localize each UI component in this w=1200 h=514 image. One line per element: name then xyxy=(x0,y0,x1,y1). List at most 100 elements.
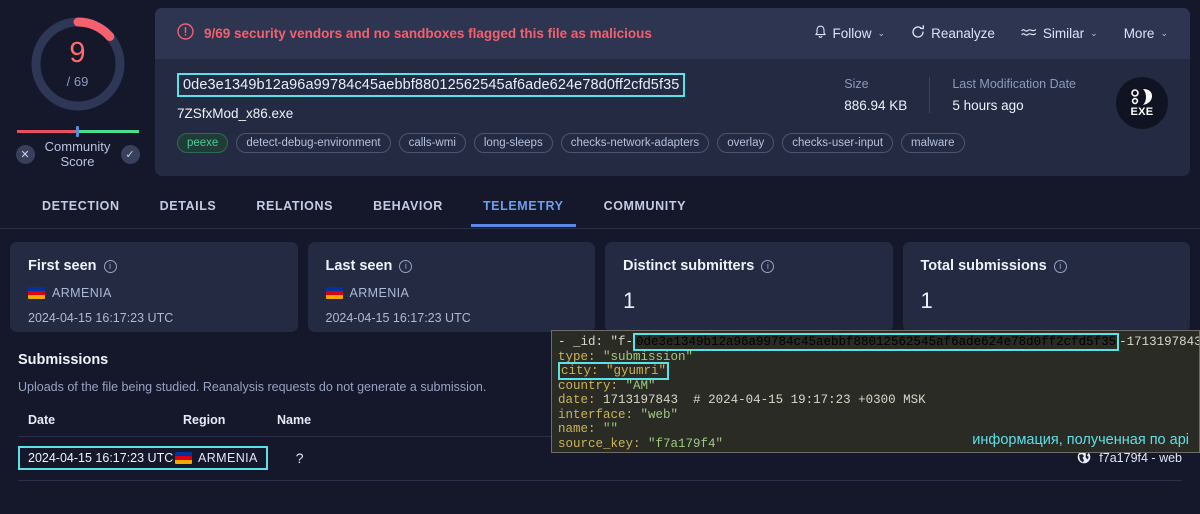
follow-button[interactable]: Follow ⌄ xyxy=(814,25,886,42)
file-size-value: 886.94 KB xyxy=(844,98,908,113)
file-info-card: 9/69 security vendors and no sandboxes f… xyxy=(155,8,1190,176)
bell-icon xyxy=(814,25,827,42)
community-bar-negative xyxy=(16,130,78,133)
card-first-seen-title: First seen i xyxy=(28,258,280,274)
api-annotation-text: информация, полученная по api xyxy=(972,431,1189,448)
community-score-bar xyxy=(16,126,139,137)
tab-community[interactable]: COMMUNITY xyxy=(584,185,706,226)
tag-long-sleeps[interactable]: long-sleeps xyxy=(473,133,553,153)
detection-score-widget: 9 / 69 ✕ Community Score ✓ xyxy=(0,8,155,176)
card-first-seen-label: First seen xyxy=(28,258,97,274)
json-id-suffix: -1713197843" xyxy=(1119,335,1199,349)
community-score-label-line1: Community xyxy=(44,139,111,154)
tab-detection[interactable]: DETECTION xyxy=(22,185,140,226)
x-circle-icon[interactable]: ✕ xyxy=(15,144,35,164)
card-total-submissions-title: Total submissions i xyxy=(921,258,1173,274)
json-country-value: "AM" xyxy=(625,378,656,393)
card-first-seen-region: ARMENIA xyxy=(28,286,280,300)
chevron-down-icon: ⌄ xyxy=(877,28,886,38)
info-icon[interactable]: i xyxy=(399,259,413,273)
malicious-alert-bar: 9/69 security vendors and no sandboxes f… xyxy=(155,8,1190,59)
card-distinct-submitters-label: Distinct submitters xyxy=(623,258,755,274)
file-modified-value: 5 hours ago xyxy=(952,98,1024,113)
file-meta-group: Size 886.94 KB Last Modification Date 5 … xyxy=(822,73,1168,176)
card-total-submissions-label: Total submissions xyxy=(920,258,1047,274)
detection-donut-chart: 9 / 69 xyxy=(26,12,130,116)
tag-detect-debug-environment[interactable]: detect-debug-environment xyxy=(236,133,391,153)
tag-checks-network-adapters[interactable]: checks-network-adapters xyxy=(560,133,710,153)
info-icon[interactable]: i xyxy=(103,259,117,273)
card-last-seen-label: Last seen xyxy=(325,258,393,274)
file-summary-section: 9 / 69 ✕ Community Score ✓ 9/69 security… xyxy=(0,0,1200,176)
more-button[interactable]: More ⌄ xyxy=(1124,26,1168,41)
json-interface-value: "web" xyxy=(640,407,679,422)
submission-row-highlight: 2024-04-15 16:17:23 UTC ARMENIA xyxy=(18,446,268,470)
file-modified-label: Last Modification Date xyxy=(952,77,1076,91)
reanalyze-button[interactable]: Reanalyze xyxy=(911,25,995,42)
chevron-down-icon: ⌄ xyxy=(1160,28,1168,38)
community-score-label: Community Score xyxy=(42,139,114,169)
tag-peexe[interactable]: peexe xyxy=(177,133,229,153)
json-name-value: "" xyxy=(603,422,619,436)
tab-relations[interactable]: RELATIONS xyxy=(236,185,353,226)
file-tags: peexe detect-debug-environment calls-wmi… xyxy=(177,133,965,153)
exe-badge-label: EXE xyxy=(1130,106,1154,118)
json-id-prefix: - _id: "f- xyxy=(558,335,634,349)
exe-file-type-icon: EXE xyxy=(1116,77,1168,129)
exclamation-circle-icon xyxy=(177,22,194,45)
info-icon[interactable]: i xyxy=(761,259,775,273)
community-bar-positive xyxy=(77,130,139,133)
submission-region: ARMENIA xyxy=(175,451,258,465)
json-id-hash-highlight: 0de3e1349b12a96a99784c45aebbf88012562545… xyxy=(633,333,1120,351)
card-distinct-submitters: Distinct submitters i 1 xyxy=(605,242,893,332)
waves-icon xyxy=(1021,26,1037,41)
file-identity-group: 0de3e1349b12a96a99784c45aebbf88012562545… xyxy=(177,73,965,176)
tab-details[interactable]: DETAILS xyxy=(140,185,237,226)
json-date-comment: # 2024-04-15 19:17:23 +0300 MSK xyxy=(693,393,926,407)
card-distinct-submitters-title: Distinct submitters i xyxy=(623,258,875,274)
more-label: More xyxy=(1123,26,1155,41)
armenia-flag-icon xyxy=(175,452,192,464)
json-date-key: date: xyxy=(558,393,596,407)
api-response-overlay: - _id: "f- 0de3e1349b12a96a99784c45aebbf8… xyxy=(551,330,1200,453)
json-source-key-key: source_key: xyxy=(558,436,641,451)
file-size-label: Size xyxy=(844,77,869,91)
community-score-row: ✕ Community Score ✓ xyxy=(15,139,140,169)
file-hash[interactable]: 0de3e1349b12a96a99784c45aebbf88012562545… xyxy=(177,73,686,97)
json-interface-key: interface: xyxy=(558,407,634,422)
card-last-seen-region-label: ARMENIA xyxy=(349,286,410,300)
submission-region-label: ARMENIA xyxy=(198,451,258,465)
json-source-key-value: "f7a179f4" xyxy=(648,436,724,451)
follow-label: Follow xyxy=(832,26,872,41)
armenia-flag-icon xyxy=(28,287,45,299)
submission-name: ? xyxy=(295,450,304,466)
card-last-seen-date: 2024-04-15 16:17:23 UTC xyxy=(325,311,471,325)
submission-date: 2024-04-15 16:17:23 UTC xyxy=(28,451,174,465)
refresh-icon xyxy=(911,25,925,42)
file-size-meta: Size 886.94 KB xyxy=(822,77,929,113)
json-country-key: country: xyxy=(558,378,619,393)
telemetry-cards: First seen i ARMENIA 2024-04-15 16:17:23… xyxy=(0,229,1200,332)
column-header-date: Date xyxy=(28,413,56,427)
card-first-seen: First seen i ARMENIA 2024-04-15 16:17:23… xyxy=(10,242,298,332)
card-first-seen-date: 2024-04-15 16:17:23 UTC xyxy=(28,311,174,325)
armenia-flag-icon xyxy=(325,287,343,299)
similar-button[interactable]: Similar ⌄ xyxy=(1021,26,1098,41)
card-distinct-submitters-value: 1 xyxy=(623,288,636,313)
file-name: 7ZSfxMod_x86.exe xyxy=(177,106,294,121)
analysis-tabs: DETECTION DETAILS RELATIONS BEHAVIOR TEL… xyxy=(0,182,1200,229)
column-header-region: Region xyxy=(183,413,226,427)
file-card-body: 0de3e1349b12a96a99784c45aebbf88012562545… xyxy=(155,59,1190,176)
tab-telemetry[interactable]: TELEMETRY xyxy=(463,185,584,227)
reanalyze-label: Reanalyze xyxy=(931,26,995,41)
tab-behavior[interactable]: BEHAVIOR xyxy=(353,185,463,226)
file-modified-meta: Last Modification Date 5 hours ago xyxy=(929,77,1098,113)
alert-left-group: 9/69 security vendors and no sandboxes f… xyxy=(177,22,652,45)
json-date-value: 1713197843 xyxy=(603,393,679,407)
check-circle-icon[interactable]: ✓ xyxy=(120,144,140,164)
info-icon[interactable]: i xyxy=(1053,259,1067,273)
chevron-down-icon: ⌄ xyxy=(1090,28,1098,38)
json-name-key: name: xyxy=(558,422,596,436)
tag-calls-wmi[interactable]: calls-wmi xyxy=(398,133,466,153)
tag-overlay[interactable]: overlay xyxy=(717,133,775,153)
